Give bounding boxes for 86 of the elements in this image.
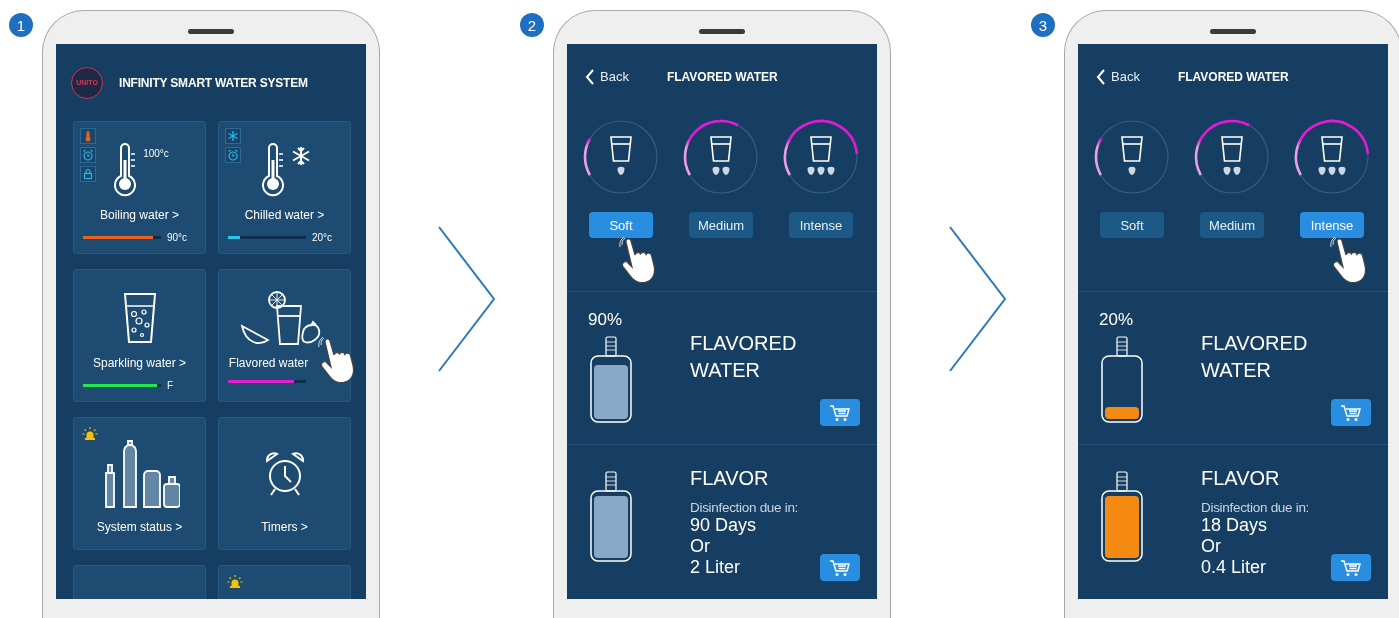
menu-tile[interactable]: System status >: [73, 417, 206, 550]
chevron-right-icon: [947, 225, 1008, 373]
alarm-clock-icon: [80, 147, 96, 163]
lock-icon: [80, 166, 96, 182]
bubbly-glass-icon: [121, 292, 158, 344]
container-name: FLAVOR: [1201, 466, 1281, 491]
back-button[interactable]: Back: [585, 67, 629, 86]
disinfection-value: 18 Days: [1201, 515, 1268, 536]
step-number: 2: [520, 13, 544, 37]
strawberry-icon: [1128, 167, 1136, 176]
cart-button[interactable]: [820, 554, 860, 581]
strawberry-icon: [1328, 167, 1336, 176]
strawberry-icon: [617, 167, 625, 176]
glass-icon: [1221, 136, 1243, 163]
bar-reading: F: [167, 380, 174, 391]
app-title: INFINITY SMART WATER SYSTEM: [119, 75, 308, 90]
container-name: FLAVORED WATER: [690, 331, 798, 384]
strawberry-icon: [817, 167, 825, 176]
speaker-slot: [188, 29, 234, 34]
strength-button[interactable]: Medium: [689, 212, 753, 239]
strawberry-icon: [827, 167, 835, 176]
container-name: FLAVOR: [690, 466, 770, 491]
screen-title: FLAVORED WATER: [1177, 69, 1289, 84]
step-number: 1: [9, 13, 33, 37]
speaker-slot: [1210, 29, 1256, 34]
strawberry-icon: [1223, 167, 1231, 176]
menu-tile[interactable]: [218, 565, 351, 599]
step-number: 3: [1031, 13, 1055, 37]
cart-icon: [829, 403, 851, 422]
disinfection-value: Or: [690, 536, 710, 557]
glass-icon: [610, 136, 632, 163]
alarm-clock-icon: [225, 147, 241, 163]
tile-label: Sparkling water >: [92, 356, 186, 370]
tile-label: Boiling water >: [99, 208, 179, 222]
fill-percent: 90%: [588, 310, 624, 331]
strength-button[interactable]: Medium: [1200, 212, 1264, 239]
menu-tile[interactable]: Sparkling water > F: [73, 269, 206, 402]
strawberry-icon: [1338, 167, 1346, 176]
disinfection-value: 90 Days: [690, 515, 757, 536]
snowflake-icon: [225, 128, 241, 144]
disinfection-label: Disinfection due in:: [1201, 500, 1311, 515]
cart-icon: [1340, 558, 1362, 577]
cart-button[interactable]: [1331, 554, 1371, 581]
thermometer-icon: [80, 128, 96, 144]
menu-tile[interactable]: [73, 565, 206, 599]
disinfection-value: 2 Liter: [690, 557, 741, 578]
snowflake-icon: [291, 146, 311, 166]
cart-button[interactable]: [820, 399, 860, 426]
bar-reading: 90°c: [167, 232, 188, 243]
cart-button[interactable]: [1331, 399, 1371, 426]
menu-tile[interactable]: Chilled water > 20°c: [218, 121, 351, 254]
speaker-slot: [699, 29, 745, 34]
tile-label: Flavored water: [228, 356, 310, 370]
disinfection-value: 0.4 Liter: [1201, 557, 1267, 578]
strength-button[interactable]: Soft: [1100, 212, 1164, 239]
glass-icon: [710, 136, 732, 163]
strength-button[interactable]: Intense: [789, 212, 853, 239]
bar-reading: 20°c: [312, 232, 333, 243]
glass-icon: [1121, 136, 1143, 163]
alarm-light-icon: [227, 574, 243, 588]
cart-icon: [1340, 403, 1362, 422]
fill-percent: 20%: [1099, 310, 1135, 331]
glass-icon: [810, 136, 832, 163]
temperature-label: 100°c: [143, 148, 169, 159]
strawberry-icon: [1318, 167, 1326, 176]
glass-icon: [1321, 136, 1343, 163]
screen-title: FLAVORED WATER: [666, 69, 778, 84]
menu-tile[interactable]: 100°c Boiling water > 90°c: [73, 121, 206, 254]
tile-label: Timers >: [261, 520, 308, 534]
alarm-light-icon: [82, 426, 98, 440]
strawberry-icon: [722, 167, 730, 176]
container-name: FLAVORED WATER: [1201, 331, 1309, 384]
disinfection-label: Disinfection due in:: [690, 500, 800, 515]
strawberry-icon: [712, 167, 720, 176]
cart-icon: [829, 558, 851, 577]
menu-tile[interactable]: Timers >: [218, 417, 351, 550]
strawberry-icon: [807, 167, 815, 176]
menu-tile[interactable]: Flavored water: [218, 269, 351, 402]
chevron-left-icon: [1096, 67, 1106, 86]
strawberry-icon: [1233, 167, 1241, 176]
chevron-left-icon: [585, 67, 595, 86]
tile-label: System status >: [96, 520, 183, 534]
back-button[interactable]: Back: [1096, 67, 1140, 86]
disinfection-value: Or: [1201, 536, 1221, 557]
chevron-right-icon: [436, 225, 497, 373]
tile-label: Chilled water >: [244, 208, 325, 222]
